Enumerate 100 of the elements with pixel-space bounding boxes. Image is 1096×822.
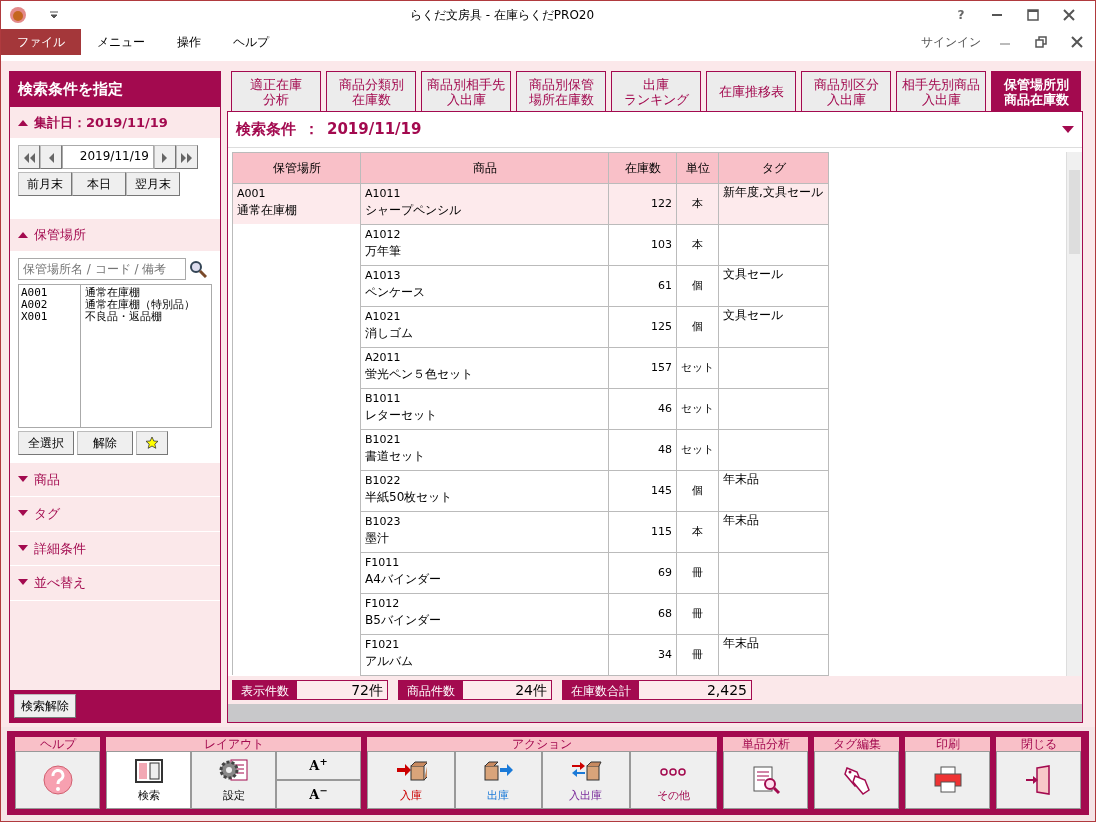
location-name[interactable]: 通常在庫棚 xyxy=(85,286,195,299)
search-icon[interactable] xyxy=(189,259,207,278)
close-button[interactable] xyxy=(996,751,1081,809)
report-tab[interactable]: 適正在庫 分析 xyxy=(231,71,321,111)
prev-button[interactable] xyxy=(40,145,62,169)
analyze-button[interactable] xyxy=(723,751,808,809)
location-name[interactable]: 通常在庫棚（特別品） xyxy=(85,298,195,311)
print-button[interactable] xyxy=(905,751,990,809)
report-tab[interactable]: 相手先別商品 入出庫 xyxy=(896,71,986,111)
collapse-icon[interactable] xyxy=(18,118,28,126)
product-code: B1021 xyxy=(365,431,402,448)
date-button[interactable]: 前月末 xyxy=(18,172,72,196)
unit-cell: 個 xyxy=(676,265,719,306)
column-header[interactable]: 在庫数 xyxy=(608,152,677,183)
maximize-icon[interactable] xyxy=(1027,9,1039,21)
section-title[interactable]: 集計日：2019/11/19 xyxy=(34,112,168,132)
location-code[interactable]: X001 xyxy=(21,310,78,323)
help-button[interactable]: ? xyxy=(943,6,979,24)
product-name: A4バインダー xyxy=(365,570,442,587)
product-code: B1011 xyxy=(365,390,402,407)
product-code: A1013 xyxy=(365,267,402,284)
product-name: 墨汁 xyxy=(365,529,390,546)
column-header[interactable]: 商品 xyxy=(360,152,609,183)
unit-cell: 個 xyxy=(676,306,719,347)
condition-separator: ： xyxy=(304,119,319,140)
toolbar-button[interactable]: 出庫 xyxy=(454,751,542,809)
favorite-button[interactable] xyxy=(136,430,168,455)
quantity-cell: 61 xyxy=(608,265,677,306)
quantity-cell: 68 xyxy=(608,593,677,634)
group-label: 閉じる xyxy=(996,737,1081,751)
product-name: 書道セット xyxy=(365,447,426,464)
report-tab[interactable]: 在庫推移表 xyxy=(706,71,796,111)
group-label: タグ編集 xyxy=(814,737,899,751)
star-icon xyxy=(145,436,159,450)
date-button[interactable]: 本日 xyxy=(72,172,126,196)
last-button[interactable] xyxy=(176,145,198,169)
expand-icon[interactable] xyxy=(18,475,28,483)
section-title[interactable]: 商品 xyxy=(34,469,60,489)
report-tab[interactable]: 保管場所別 商品在庫数 xyxy=(991,71,1081,111)
restore-icon[interactable] xyxy=(1035,36,1047,48)
report-tab[interactable]: 商品分類別 在庫数 xyxy=(326,71,416,111)
first-icon xyxy=(23,152,35,163)
product-code: F1021 xyxy=(365,636,401,653)
expand-icon[interactable] xyxy=(18,510,28,518)
toolbar-button[interactable]: 検索 xyxy=(106,751,191,809)
toolbar-button[interactable]: 入出庫 xyxy=(542,751,630,809)
collapse-icon[interactable] xyxy=(18,231,28,239)
search-field[interactable]: 保管場所名 / コード / 備考 xyxy=(18,257,186,280)
summary-label: 在庫数合計 xyxy=(563,681,639,699)
tag-cell: 新年度,文具セール xyxy=(718,183,829,224)
list-button[interactable]: 全選択 xyxy=(18,430,74,455)
signin-link[interactable]: サインイン xyxy=(921,33,981,51)
clear-search-button[interactable]: 検索解除 xyxy=(14,694,76,718)
next-button[interactable] xyxy=(154,145,176,169)
tag-cell: 年末品 xyxy=(718,511,829,552)
close-icon[interactable] xyxy=(1071,36,1083,48)
product-name: ペンケース xyxy=(365,283,426,300)
font-larger-button[interactable]: A$^{+}$ xyxy=(276,751,361,780)
section-title[interactable]: 詳細条件 xyxy=(34,538,86,558)
unit-cell: 本 xyxy=(676,511,719,552)
date-field[interactable]: 2019/11/19 xyxy=(62,145,154,169)
menu-item[interactable]: ファイル xyxy=(1,29,81,55)
location-code[interactable]: A002 xyxy=(21,298,78,311)
close-icon[interactable] xyxy=(1063,9,1075,21)
group-label: アクション xyxy=(367,737,717,751)
expand-icon[interactable] xyxy=(18,579,28,587)
column-header[interactable]: タグ xyxy=(718,152,829,183)
column-header[interactable]: 単位 xyxy=(676,152,719,183)
window-title: らくだ文房具 - 在庫らくだPRO20 xyxy=(408,7,596,24)
product-code: B1022 xyxy=(365,472,402,489)
expand-icon[interactable] xyxy=(18,544,28,552)
section-title[interactable]: 並べ替え xyxy=(34,573,86,593)
toolbar-button[interactable]: その他 xyxy=(629,751,717,809)
location-code[interactable]: A001 xyxy=(21,286,78,299)
section-title[interactable]: 保管場所 xyxy=(34,225,86,245)
unit-cell: セット xyxy=(676,388,719,429)
product-name: 蛍光ペン５色セット xyxy=(365,365,474,382)
print-icon xyxy=(931,764,964,796)
report-tab[interactable]: 商品別区分 入出庫 xyxy=(801,71,891,111)
date-button[interactable]: 翌月末 xyxy=(126,172,180,196)
location-name[interactable]: 不良品・返品棚 xyxy=(85,310,195,323)
first-button[interactable] xyxy=(18,145,40,169)
report-tab[interactable]: 出庫 ランキング xyxy=(611,71,701,111)
dropdown-icon[interactable] xyxy=(47,11,61,19)
toolbar-button[interactable]: 入庫 xyxy=(367,751,455,809)
dropdown-icon[interactable] xyxy=(1062,125,1074,133)
section-title[interactable]: タグ xyxy=(34,504,60,524)
location-list[interactable]: A001 A002 X001 通常在庫棚 通常在庫棚（特別品） 不良品・返品棚 xyxy=(18,283,212,428)
condition-value: 2019/11/19 xyxy=(327,119,422,140)
scrollbar[interactable] xyxy=(1066,151,1082,676)
report-tab[interactable]: 商品別保管 場所在庫数 xyxy=(516,71,606,111)
tag-button[interactable] xyxy=(814,751,899,809)
tag-cell: 年末品 xyxy=(718,470,829,511)
unit-cell: 冊 xyxy=(676,634,719,675)
help-icon xyxy=(41,764,74,796)
list-button[interactable]: 解除 xyxy=(77,430,133,455)
font-smaller-button[interactable]: A$^{−}$ xyxy=(276,780,361,809)
column-header[interactable]: 保管場所 xyxy=(232,152,361,183)
toolbar-button[interactable]: 設定 xyxy=(191,751,276,809)
report-tab[interactable]: 商品別相手先 入出庫 xyxy=(421,71,511,111)
